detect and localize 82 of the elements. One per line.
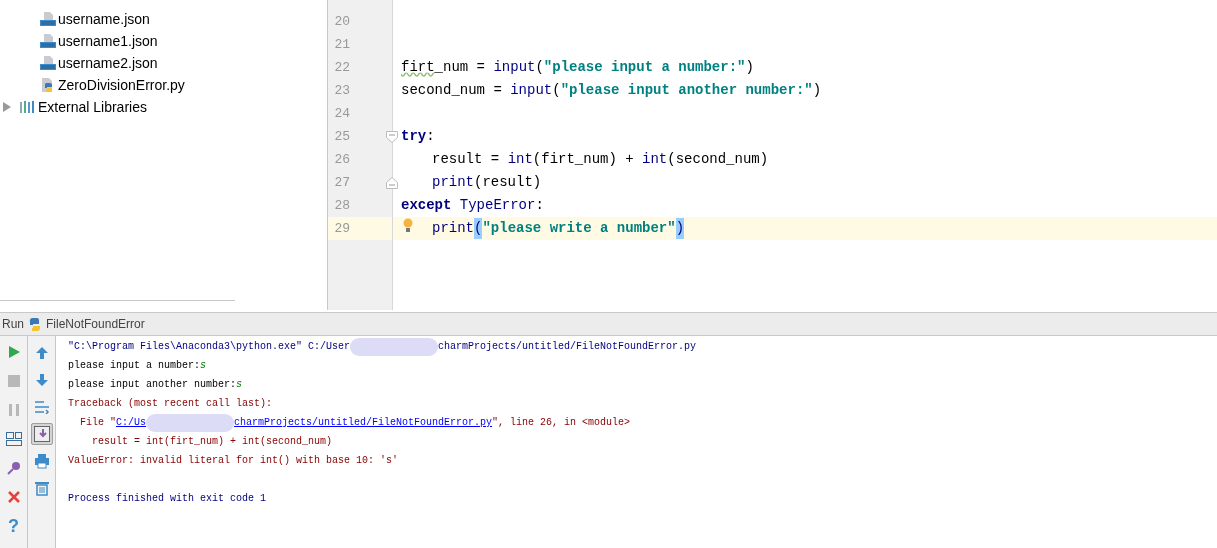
code-token: (firt_num) + — [532, 150, 635, 169]
code-token: ( — [535, 58, 544, 77]
code-token: firt — [401, 58, 435, 77]
tree-item[interactable]: External Libraries — [38, 96, 147, 118]
file-link[interactable]: C:/Us — [116, 415, 147, 430]
toolbar-button[interactable] — [3, 429, 24, 449]
library-icon — [20, 101, 34, 113]
scroll-to-end-icon — [33, 426, 50, 442]
line-number: 22 — [333, 58, 350, 77]
help-icon: ? — [8, 517, 19, 535]
code-token: ) — [745, 58, 754, 77]
line-number: 24 — [333, 104, 350, 123]
json-file-icon — [40, 33, 56, 49]
panel-title: Run — [2, 316, 24, 333]
line-number: 27 — [333, 173, 350, 192]
printer-icon — [33, 453, 50, 469]
file-link[interactable]: charmProjects/untitled/FileNotFoundError.py — [234, 415, 493, 430]
json-file-icon — [40, 11, 56, 27]
arrow-down-icon — [34, 373, 49, 387]
code-token: ( — [474, 218, 483, 239]
code-token: print — [432, 219, 474, 238]
code-token: result = — [432, 150, 501, 169]
code-token: int — [507, 150, 533, 169]
line-number: 29 — [333, 219, 350, 238]
code-token: "please write a number" — [482, 219, 676, 238]
code-token: "please input another number:" — [560, 81, 813, 100]
code-token: (second_num) — [667, 150, 769, 169]
pause-icon — [7, 404, 20, 416]
code-token: input — [493, 58, 536, 77]
lightbulb-icon[interactable] — [403, 218, 413, 233]
run-icon — [6, 345, 21, 359]
line-number: 28 — [333, 196, 350, 215]
python-icon — [28, 317, 42, 331]
expand-arrow-icon[interactable] — [3, 102, 11, 112]
code-token: : — [426, 127, 435, 146]
toolbar-button[interactable] — [30, 423, 53, 445]
line-number: 20 — [333, 12, 350, 31]
line-number: 23 — [333, 81, 350, 100]
console-text: File " — [79, 416, 116, 430]
code-token: print — [432, 173, 474, 192]
code-token: second_num = — [401, 81, 503, 100]
code-token: ) — [812, 81, 822, 100]
code-token: _num = — [434, 58, 487, 77]
stop-icon — [7, 375, 20, 387]
console-text: ", line 26, in <module> — [492, 416, 631, 430]
code-token: TypeError — [459, 196, 536, 215]
wrap-icon — [33, 400, 50, 414]
console-text: s — [200, 359, 207, 373]
fold-marker-icon[interactable] — [386, 176, 398, 189]
console-text: Process finished with exit code 1 — [68, 492, 267, 506]
console-text: charmProjects/untitled/FileNotFoundError.py — [438, 340, 697, 354]
fold-marker-icon[interactable] — [386, 130, 398, 143]
close-icon — [6, 490, 21, 504]
line-number: 25 — [333, 127, 350, 146]
console-text: Traceback (most recent call last): — [68, 397, 273, 411]
json-file-icon — [40, 55, 56, 71]
code-token: "please input a number:" — [543, 58, 746, 77]
line-number: 21 — [333, 35, 350, 54]
arrow-up-icon — [34, 346, 49, 360]
code-token: input — [510, 81, 553, 100]
run-config-tab[interactable]: FileNotFoundError — [46, 315, 145, 333]
console-text: please input a number: — [68, 359, 201, 373]
tree-item[interactable]: username1.json — [58, 30, 158, 52]
code-token: except — [401, 196, 452, 215]
pin-icon — [5, 460, 22, 476]
tree-item[interactable]: username.json — [58, 8, 150, 30]
tree-item[interactable]: ZeroDivisionError.py — [58, 74, 185, 96]
code-token: (result) — [474, 173, 542, 192]
line-number: 26 — [333, 150, 350, 169]
console-text: s — [236, 378, 243, 392]
tree-item[interactable]: username2.json — [58, 52, 158, 74]
code-token: ) — [675, 218, 685, 239]
layout-icon — [5, 432, 22, 446]
console-text: result = int(firt_num) + int(second_num) — [91, 435, 333, 449]
console-text: "C:\Program Files\Anaconda3\python.exe" C:/User — [68, 340, 351, 354]
trash-icon — [33, 480, 50, 496]
code-token: : — [535, 196, 544, 215]
code-token: ( — [552, 81, 561, 100]
code-token: try — [401, 127, 427, 146]
code-token: int — [642, 150, 668, 169]
console-text: please input another number: — [68, 378, 237, 392]
console-text: ValueError: invalid literal for int() with base 10: 's' — [68, 454, 399, 468]
